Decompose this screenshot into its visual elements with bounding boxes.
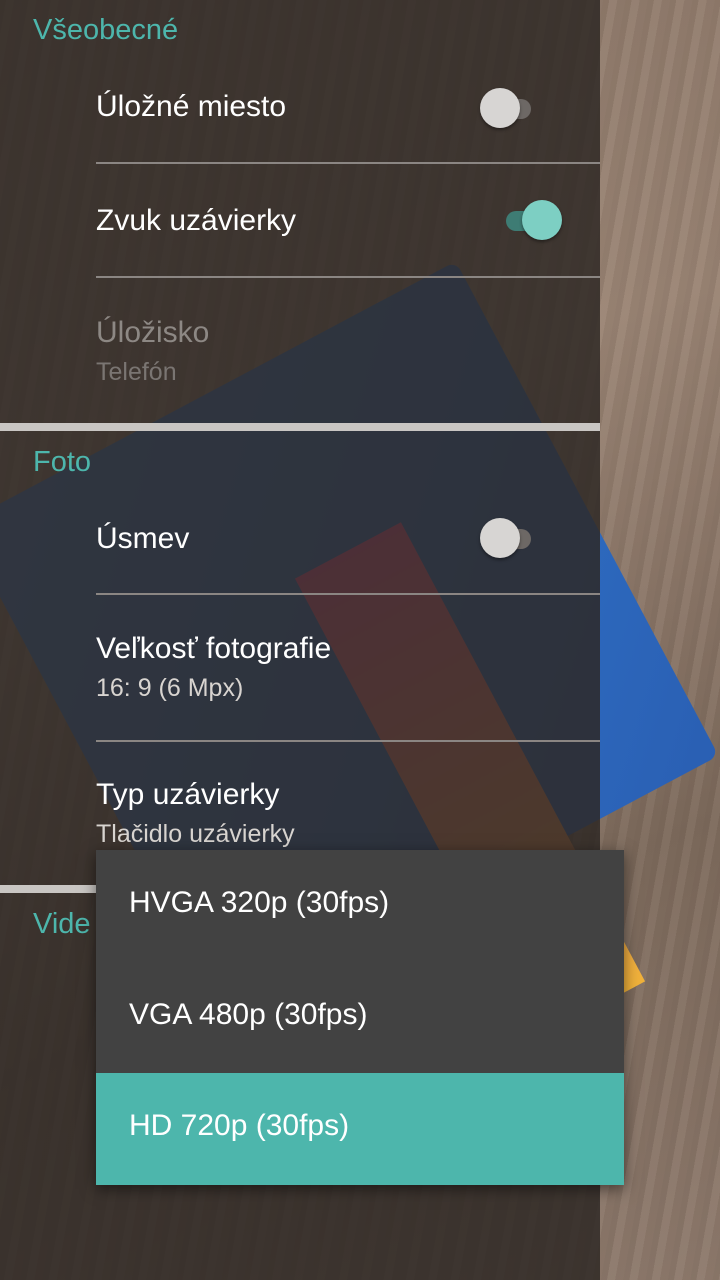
section-header-video: Vide <box>33 908 91 940</box>
setting-storage: Úložisko Telefón <box>96 314 600 394</box>
dropdown-option-label: VGA 480p (30fps) <box>129 998 368 1031</box>
dropdown-option-hd-selected[interactable]: HD 720p (30fps) <box>96 1073 624 1185</box>
setting-storage-label: Úložisko <box>96 316 210 349</box>
section-header-general: Všeobecné <box>33 14 179 46</box>
dropdown-option-hvga[interactable]: HVGA 320p (30fps) <box>96 850 624 962</box>
setting-smile-label: Úsmev <box>96 522 190 555</box>
row-divider <box>96 162 600 164</box>
row-divider <box>96 276 600 278</box>
setting-shutter-type-value: Tlačidlo uzávierky <box>96 820 295 848</box>
setting-smile[interactable]: Úsmev <box>96 518 600 562</box>
row-divider <box>96 593 600 595</box>
section-header-photo: Foto <box>33 446 92 478</box>
setting-storage-value: Telefón <box>96 358 177 386</box>
setting-shutter-sound[interactable]: Zvuk uzávierky <box>96 200 600 244</box>
setting-photo-size[interactable]: Veľkosť fotografie 16: 9 (6 Mpx) <box>96 630 600 710</box>
setting-location[interactable]: Úložné miesto <box>96 86 600 130</box>
setting-photo-size-label: Veľkosť fotografie <box>96 632 332 665</box>
setting-shutter-type[interactable]: Typ uzávierky Tlačidlo uzávierky <box>96 776 600 856</box>
setting-shutter-sound-label: Zvuk uzávierky <box>96 204 297 237</box>
dropdown-option-label: HD 720p (30fps) <box>129 1109 350 1142</box>
setting-location-label: Úložné miesto <box>96 90 287 123</box>
toggle-thumb <box>522 200 562 240</box>
smile-toggle[interactable] <box>480 518 546 558</box>
section-divider <box>0 423 600 431</box>
row-divider <box>96 740 600 742</box>
dropdown-option-vga[interactable]: VGA 480p (30fps) <box>96 962 624 1074</box>
toggle-thumb <box>480 518 520 558</box>
video-quality-dropdown: HVGA 320p (30fps) VGA 480p (30fps) HD 72… <box>96 850 624 1185</box>
shutter-sound-toggle[interactable] <box>496 200 562 240</box>
dropdown-option-label: HVGA 320p (30fps) <box>129 886 390 919</box>
setting-shutter-type-label: Typ uzávierky <box>96 778 280 811</box>
toggle-thumb <box>480 88 520 128</box>
location-toggle[interactable] <box>480 88 546 128</box>
setting-photo-size-value: 16: 9 (6 Mpx) <box>96 674 244 702</box>
